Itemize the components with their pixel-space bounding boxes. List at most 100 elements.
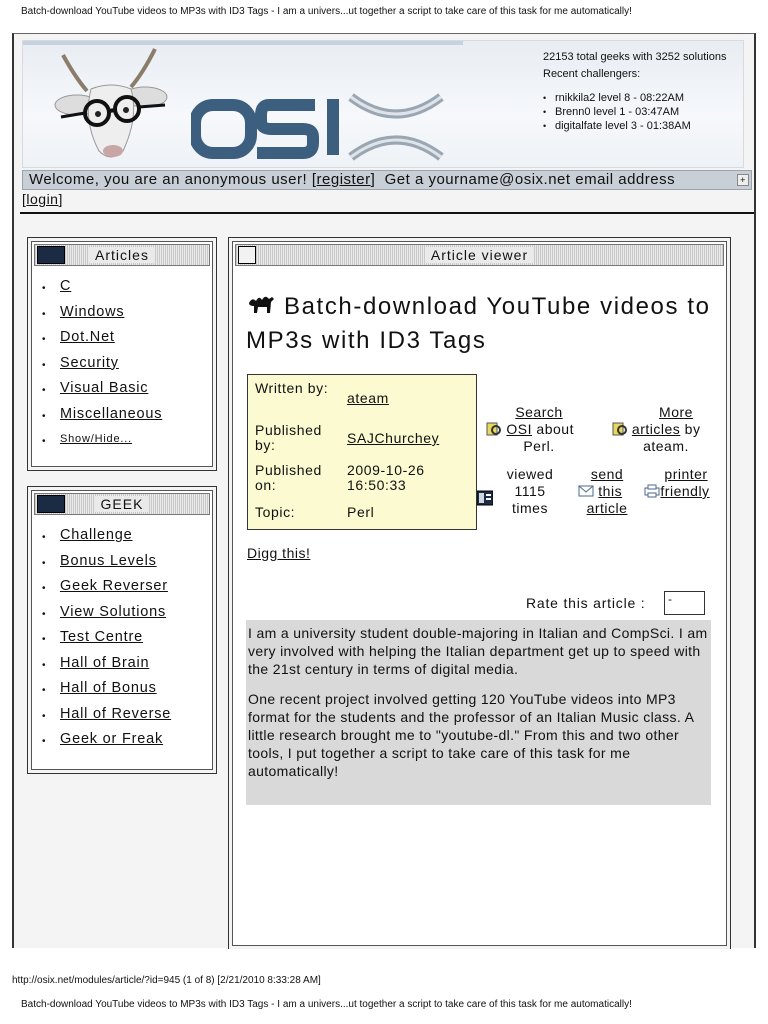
bracket: ] (370, 171, 376, 188)
challenger-item: rnikkila2 level 8 - 08:22AM (543, 91, 743, 105)
geek-box-title: GEEK (34, 493, 210, 515)
articles-item: Dot.Net (42, 327, 162, 353)
geek-challenge-link[interactable]: Challenge (60, 527, 133, 543)
article-category-miscellaneous[interactable]: Miscellaneous (60, 406, 162, 422)
articles-item: Show/Hide... (42, 429, 162, 455)
challenger-item: digitalfate level 3 - 01:38AM (543, 119, 743, 133)
articles-search-icon (612, 422, 627, 436)
search-link[interactable]: Search (515, 404, 562, 420)
osi-link[interactable]: OSI (506, 421, 532, 437)
search-osi-action[interactable]: Search OSI about Perl. (475, 404, 585, 455)
publisher-link[interactable]: SAJChurchey (347, 430, 439, 446)
rate-label: Rate this article : (526, 595, 646, 611)
article-category-c[interactable]: C (60, 278, 71, 294)
geek-item: Bonus Levels (42, 551, 171, 577)
printer-friendly-action[interactable]: printer friendly (635, 466, 719, 500)
envelope-icon (578, 485, 594, 497)
osix-logo-icon[interactable] (191, 91, 461, 161)
send-article-action[interactable]: send this article (567, 466, 633, 517)
articles-box: Articles C Windows Dot.Net Security Visu… (27, 237, 217, 471)
page-frame: 22153 total geeks with 3252 solutions Re… (12, 33, 756, 949)
article-paragraph: One recent project involved getting 120 … (248, 691, 694, 779)
article-category-visual-basic[interactable]: Visual Basic (60, 380, 148, 396)
articles-item: C (42, 276, 162, 302)
meta-label: Topic: (255, 504, 296, 520)
login-link[interactable]: login (26, 191, 58, 207)
action-text: ateam. (643, 438, 689, 454)
geek-view-solutions-link[interactable]: View Solutions (60, 604, 166, 620)
viewed-icon (477, 490, 493, 506)
print-header-next: Batch-download YouTube videos to MP3s wi… (21, 999, 632, 1010)
document-icon (238, 246, 256, 264)
digg-container: Digg this! (247, 545, 310, 561)
geek-item: Geek or Freak (42, 729, 171, 755)
geek-box: GEEK Challenge Bonus Levels Geek Reverse… (27, 486, 217, 774)
login-line: [login] (22, 191, 63, 207)
article-category-security[interactable]: Security (60, 355, 119, 371)
this-link[interactable]: this (598, 483, 622, 499)
stats-total: 22153 total geeks with 3252 solutions (543, 51, 727, 63)
articles-item: Visual Basic (42, 378, 162, 404)
search-icon (486, 422, 502, 436)
geek-hall-of-brain-link[interactable]: Hall of Brain (60, 655, 149, 671)
geek-item: Challenge (42, 525, 171, 551)
meta-label: Written by: (255, 380, 329, 396)
site-banner: 22153 total geeks with 3252 solutions Re… (22, 40, 744, 168)
printer-link[interactable]: printer (664, 466, 707, 482)
camel-icon (249, 296, 274, 313)
more-articles-action[interactable]: More articles by ateam. (593, 404, 719, 455)
articles-icon (37, 246, 65, 264)
email-offer-text[interactable]: Get a yourname@osix.net email address (385, 171, 676, 188)
articles-box-title: Articles (34, 244, 210, 266)
show-hide-link[interactable]: Show/Hide... (60, 433, 132, 445)
geek-test-centre-link[interactable]: Test Centre (60, 629, 143, 645)
friendly-link[interactable]: friendly (660, 483, 709, 499)
action-text: Perl. (523, 438, 555, 454)
articles-item: Windows (42, 302, 162, 328)
print-header: Batch-download YouTube videos to MP3s wi… (21, 6, 632, 17)
geek-item: View Solutions (42, 602, 171, 628)
header-divider (20, 212, 754, 214)
goat-mascot-icon[interactable] (35, 47, 185, 165)
geek-item: Test Centre (42, 627, 171, 653)
article-link[interactable]: article (587, 500, 628, 516)
site-stats: 22153 total geeks with 3252 solutions Re… (543, 51, 743, 133)
articles-link[interactable]: articles (632, 421, 680, 437)
banner-stripe (23, 41, 463, 45)
article-category-windows[interactable]: Windows (60, 304, 124, 320)
welcome-text: Welcome, you are an anonymous user! (29, 171, 308, 188)
geek-icon (37, 495, 65, 513)
digg-link[interactable]: Digg this! (247, 545, 310, 561)
article-viewer: Article viewer Batch-download YouTube vi… (228, 237, 731, 949)
action-text: about (536, 421, 574, 437)
geek-bonus-levels-link[interactable]: Bonus Levels (60, 553, 157, 569)
geek-item: Geek Reverser (42, 576, 171, 602)
meta-label: Published on: (255, 462, 322, 493)
view-count-value: 1115 (514, 483, 546, 499)
printer-icon (644, 484, 660, 498)
article-category-dotnet[interactable]: Dot.Net (60, 329, 115, 345)
geek-menu: Challenge Bonus Levels Geek Reverser Vie… (42, 525, 171, 755)
rate-select[interactable]: - (664, 591, 705, 615)
topic-value: Perl (347, 504, 375, 520)
geek-reverser-link[interactable]: Geek Reverser (60, 578, 168, 594)
view-count: viewed 1115 times (475, 466, 565, 517)
viewer-title-text: Article viewer (424, 247, 535, 263)
welcome-bar: Welcome, you are an anonymous user! [reg… (22, 170, 752, 190)
article-title-text: Batch-download YouTube videos to MP3s wi… (246, 293, 711, 354)
challenger-item: Brenn0 level 1 - 03:47AM (543, 105, 743, 119)
geek-or-freak-link[interactable]: Geek or Freak (60, 731, 163, 747)
article-paragraph: I am a university student double-majorin… (248, 625, 708, 677)
send-link[interactable]: send (591, 466, 623, 482)
geek-hall-of-bonus-link[interactable]: Hall of Bonus (60, 680, 157, 696)
recent-challengers-label: Recent challengers: (543, 68, 641, 80)
expand-icon[interactable]: + (737, 174, 749, 186)
article-meta-box: Written by: ateam Published by: SAJChurc… (247, 374, 477, 530)
author-link[interactable]: ateam (347, 390, 389, 406)
articles-menu: C Windows Dot.Net Security Visual Basic … (42, 276, 162, 455)
challenger-list: rnikkila2 level 8 - 08:22AM Brenn0 level… (543, 91, 743, 133)
register-link[interactable]: register (317, 171, 371, 188)
more-link[interactable]: More (659, 404, 693, 420)
published-date: 2009-10-26 16:50:33 (347, 462, 425, 493)
geek-hall-of-reverse-link[interactable]: Hall of Reverse (60, 706, 171, 722)
